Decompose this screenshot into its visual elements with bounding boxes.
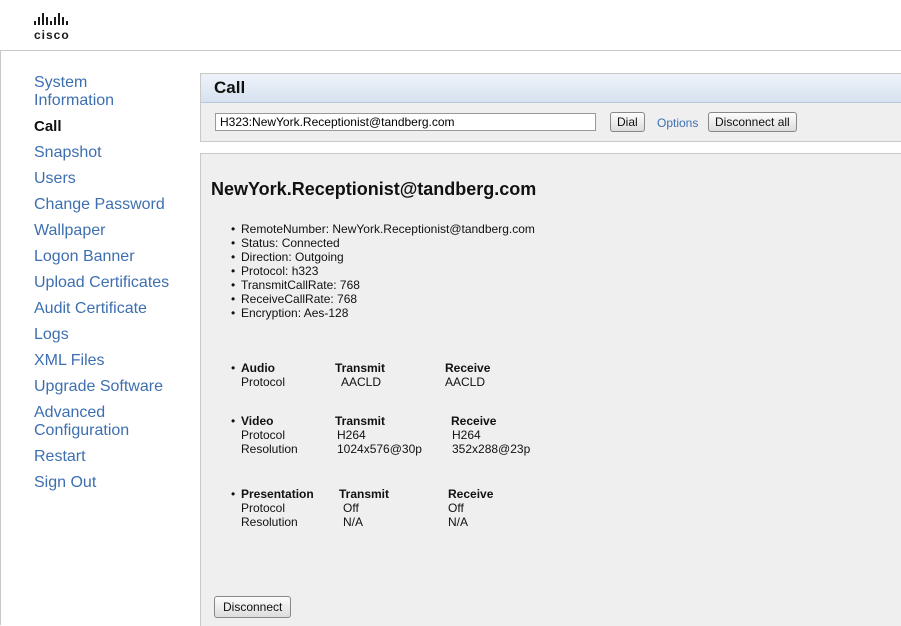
call-panel: Call Dial Options Disconnect all <box>200 73 901 142</box>
remote-party-title: NewYork.Receptionist@tandberg.com <box>211 179 537 199</box>
cisco-logo: cisco <box>34 13 70 42</box>
audio-label: Audio <box>241 361 275 375</box>
presentation-label: Presentation <box>241 487 314 501</box>
presentation-protocol-transmit: Off <box>343 501 359 515</box>
video-resolution-label: Resolution <box>241 442 298 456</box>
sidebar: System Information Call Snapshot Users C… <box>34 74 194 500</box>
sidebar-item-snapshot[interactable]: Snapshot <box>34 144 194 162</box>
sidebar-item-sign-out[interactable]: Sign Out <box>34 474 194 492</box>
options-link[interactable]: Options <box>657 116 698 130</box>
header: cisco <box>0 0 901 51</box>
sidebar-item-logon-banner[interactable]: Logon Banner <box>34 248 194 266</box>
sidebar-item-restart[interactable]: Restart <box>34 448 194 466</box>
call-details-panel: NewYork.Receptionist@tandberg.com Remote… <box>200 153 901 626</box>
presentation-stats: • Presentation Transmit Receive Protocol… <box>231 487 541 529</box>
info-receive-call-rate: ReceiveCallRate: 768 <box>231 292 535 306</box>
cisco-logo-text: cisco <box>34 28 70 42</box>
info-remote-number: RemoteNumber: NewYork.Receptionist@tandb… <box>231 222 535 236</box>
audio-protocol-label: Protocol <box>241 375 286 389</box>
info-encryption: Encryption: Aes-128 <box>231 306 535 320</box>
video-resolution-receive: 352x288@23p <box>452 442 531 456</box>
video-label: Video <box>241 414 274 428</box>
audio-protocol-transmit: AACLD <box>341 375 382 389</box>
presentation-receive-header: Receive <box>448 487 494 501</box>
presentation-resolution-label: Resolution <box>241 515 298 529</box>
audio-protocol-receive: AACLD <box>445 375 486 389</box>
call-info-list: RemoteNumber: NewYork.Receptionist@tandb… <box>231 222 535 320</box>
sidebar-item-change-password[interactable]: Change Password <box>34 196 194 214</box>
info-direction: Direction: Outgoing <box>231 250 535 264</box>
video-protocol-label: Protocol <box>241 428 286 442</box>
sidebar-item-upload-certificates[interactable]: Upload Certificates <box>34 274 194 292</box>
video-receive-header: Receive <box>451 414 497 428</box>
presentation-transmit-header: Transmit <box>339 487 390 501</box>
sidebar-item-logs[interactable]: Logs <box>34 326 194 344</box>
presentation-protocol-receive: Off <box>448 501 464 515</box>
audio-transmit-header: Transmit <box>335 361 386 375</box>
sidebar-item-users[interactable]: Users <box>34 170 194 188</box>
video-protocol-receive: H264 <box>452 428 481 442</box>
audio-receive-header: Receive <box>445 361 491 375</box>
video-bullet: • <box>231 414 236 428</box>
info-protocol: Protocol: h323 <box>231 264 535 278</box>
audio-bullet: • <box>231 361 236 375</box>
page-left-border <box>0 0 1 625</box>
info-status: Status: Connected <box>231 236 535 250</box>
presentation-bullet: • <box>231 487 236 501</box>
dial-input[interactable] <box>215 113 596 131</box>
disconnect-all-button[interactable]: Disconnect all <box>708 112 797 132</box>
sidebar-item-wallpaper[interactable]: Wallpaper <box>34 222 194 240</box>
call-title-bar: Call <box>201 74 901 103</box>
sidebar-item-call[interactable]: Call <box>34 118 194 136</box>
sidebar-item-advanced-configuration[interactable]: Advanced Configuration <box>34 404 144 440</box>
cisco-bars-icon <box>34 13 70 25</box>
presentation-protocol-label: Protocol <box>241 501 286 515</box>
video-protocol-transmit: H264 <box>337 428 366 442</box>
video-transmit-header: Transmit <box>335 414 386 428</box>
sidebar-item-audit-certificate[interactable]: Audit Certificate <box>34 300 194 318</box>
video-stats: • Video Transmit Receive Protocol H264 H… <box>231 414 541 456</box>
audio-stats: • Audio Transmit Receive Protocol AACLD … <box>231 361 541 389</box>
presentation-resolution-transmit: N/A <box>343 515 364 529</box>
presentation-resolution-receive: N/A <box>448 515 469 529</box>
info-transmit-call-rate: TransmitCallRate: 768 <box>231 278 535 292</box>
video-resolution-transmit: 1024x576@30p <box>337 442 422 456</box>
disconnect-button[interactable]: Disconnect <box>214 596 292 618</box>
dial-button[interactable]: Dial <box>610 112 645 132</box>
sidebar-item-xml-files[interactable]: XML Files <box>34 352 194 370</box>
sidebar-item-upgrade-software[interactable]: Upgrade Software <box>34 378 194 396</box>
sidebar-item-system-information[interactable]: System Information <box>34 74 144 110</box>
call-title: Call <box>214 78 246 97</box>
